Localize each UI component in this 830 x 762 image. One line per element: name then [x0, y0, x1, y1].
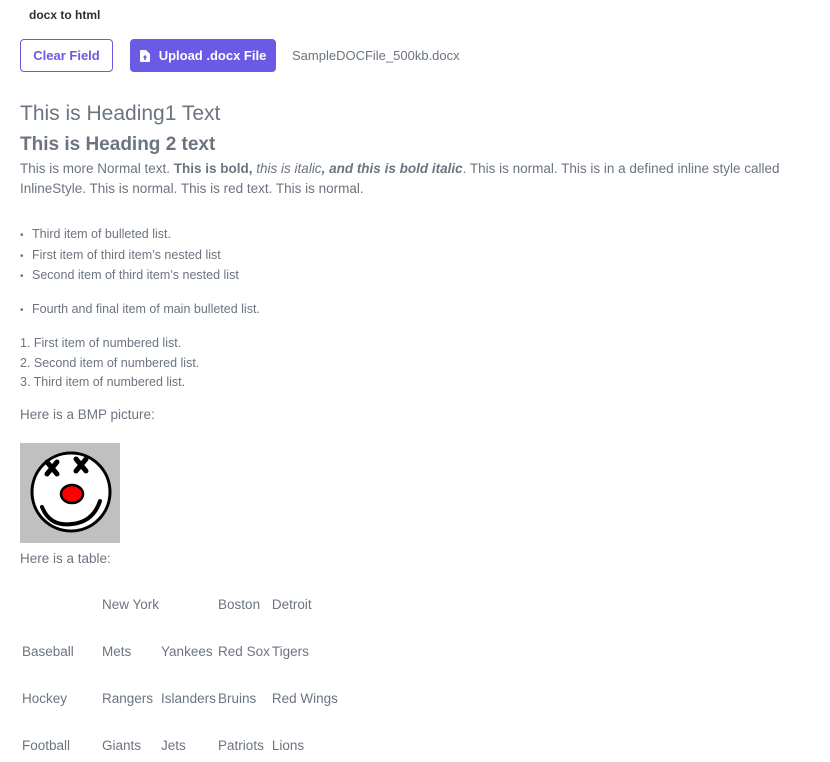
selected-filename: SampleDOCFile_500kb.docx [292, 48, 460, 63]
heading-2: This is Heading 2 text [20, 134, 216, 155]
list-item: 1. First item of numbered list. [20, 336, 182, 350]
list-item: 2. Second item of numbered list. [20, 355, 200, 370]
list-item: First item of third item’s nested list [20, 246, 810, 267]
table-cell: Red Sox [218, 643, 270, 659]
table-cell: Tigers [271, 643, 309, 659]
table-cell: Islanders [161, 690, 216, 706]
numbered-list: 1. First item of numbered list. 2. Secon… [20, 334, 810, 393]
table-row: Hockey Rangers Islanders Bruins Red Wing… [20, 675, 338, 722]
picture-caption: Here is a BMP picture: [20, 406, 155, 422]
table-cell: Baseball [22, 643, 74, 659]
table-cell: Bruins [218, 690, 257, 706]
table-cell: Yankees [161, 643, 213, 659]
table-cell [159, 581, 216, 628]
sports-table: New York Boston Detroit Baseball Mets Ya… [20, 581, 338, 762]
normal-text: This is more Normal text. [20, 161, 174, 176]
table-cell: Red Wings [271, 690, 338, 706]
bold-text: This is bold, [173, 161, 257, 176]
table-cell: New York [102, 596, 160, 612]
heading-1: This is Heading1 Text [20, 102, 221, 125]
italic-text: this is italic [256, 161, 322, 176]
table-cell [20, 581, 100, 628]
upload-button-label: Upload .docx File [158, 48, 267, 63]
table-cell: Hockey [22, 690, 68, 706]
table-row: Baseball Mets Yankees Red Sox Tigers [20, 628, 338, 675]
document-preview: This is Heading1 Text This is Heading 2 … [20, 100, 810, 762]
table-row: Football Giants Jets Patriots Lions [20, 722, 338, 762]
formatted-paragraph: This is more Normal text. This is bold, … [20, 159, 810, 199]
bulleted-list: Third item of bulleted list. First item … [20, 225, 810, 287]
list-item: Fourth and final item of main bulleted l… [20, 300, 810, 321]
toolbar: Clear Field Upload .docx File SampleDOCF… [20, 39, 460, 72]
table-cell: Mets [102, 643, 132, 659]
table-cell: Giants [102, 737, 142, 753]
table-cell: Detroit [271, 596, 312, 612]
table-cell: Rangers [102, 690, 154, 706]
table-cell: Boston [218, 596, 261, 612]
table-cell: Patriots [218, 737, 264, 753]
bold-italic-text: , and this is bold italic [321, 161, 463, 176]
list-item: 3. Third item of numbered list. [20, 375, 186, 389]
table-cell: Lions [271, 737, 305, 753]
list-item: Third item of bulleted list. [20, 225, 810, 246]
upload-docx-button[interactable]: Upload .docx File [130, 39, 276, 72]
bulleted-list-final: Fourth and final item of main bulleted l… [20, 300, 810, 321]
file-upload-icon [139, 49, 150, 62]
table-cell: Football [22, 737, 71, 753]
table-header-row: New York Boston Detroit [20, 581, 338, 628]
table-caption: Here is a table: [20, 550, 111, 566]
table-cell: Jets [161, 737, 186, 753]
list-item: Second item of third item’s nested list [20, 266, 810, 287]
clown-face-image [20, 442, 120, 543]
app-title: docx to html [29, 8, 101, 22]
clear-field-button[interactable]: Clear Field [20, 39, 113, 72]
